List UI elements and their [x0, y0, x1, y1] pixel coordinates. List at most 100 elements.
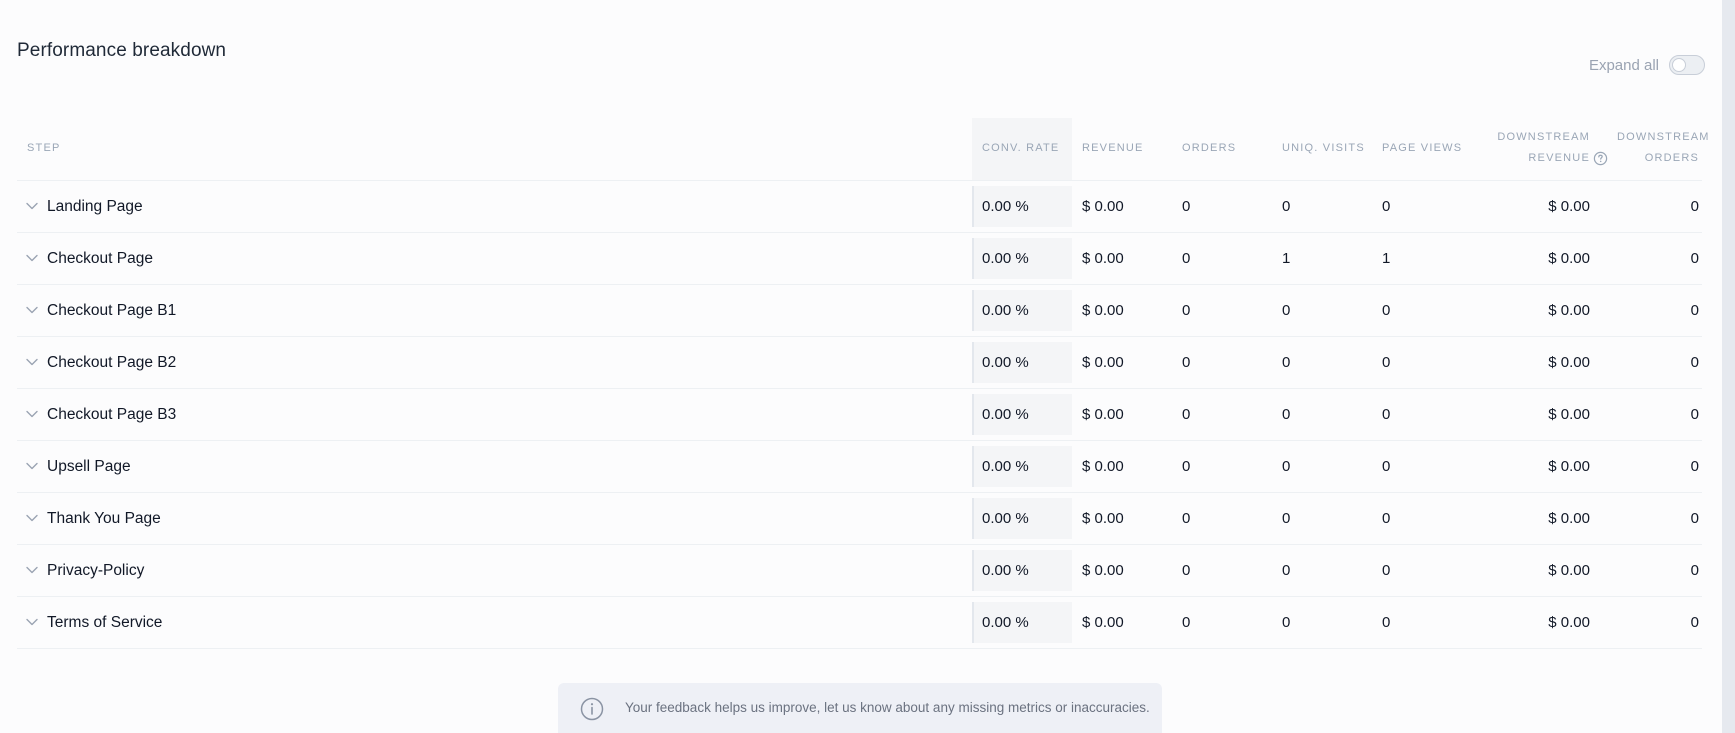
cell-uniq-visits: 0	[1282, 406, 1291, 423]
cell-uniq-visits: 0	[1282, 458, 1291, 475]
cell-conv-rate: 0.00 %	[982, 562, 1029, 579]
header-downstream-revenue: DOWNSTREAM REVENUE	[1482, 127, 1608, 169]
table-row[interactable]: Checkout Page B2 0.00 % $ 0.00 0 0 0 $ 0.00 0	[17, 337, 1702, 389]
table-row[interactable]: Checkout Page B1 0.00 % $ 0.00 0 0 0 $ 0.00 0	[17, 285, 1702, 337]
info-icon	[580, 697, 604, 721]
chevron-down-icon[interactable]	[25, 408, 39, 420]
cell-step-name: Checkout Page B1	[47, 302, 177, 319]
cell-page-views: 1	[1382, 250, 1391, 267]
cell-conv-rate: 0.00 %	[982, 510, 1029, 527]
cell-conv-rate: 0.00 %	[982, 354, 1029, 371]
cell-page-views: 0	[1382, 510, 1391, 527]
cell-step-name: Privacy-Policy	[47, 562, 145, 579]
cell-step-name: Terms of Service	[47, 614, 163, 631]
cell-revenue: $ 0.00	[1082, 458, 1124, 475]
chevron-down-icon[interactable]	[25, 564, 39, 576]
cell-revenue: $ 0.00	[1082, 510, 1124, 527]
cell-step-name: Checkout Page B2	[47, 354, 177, 371]
cell-step-name: Checkout Page B3	[47, 406, 177, 423]
chevron-down-icon[interactable]	[25, 460, 39, 472]
cell-orders: 0	[1182, 406, 1191, 423]
cell-downstream-orders: 0	[1690, 250, 1699, 267]
toggle-knob	[1672, 58, 1686, 72]
performance-page: Performance breakdown Expand all STEP CO…	[0, 0, 1722, 733]
cell-orders: 0	[1182, 614, 1191, 631]
cell-downstream-revenue: $ 0.00	[1548, 614, 1590, 631]
chevron-down-icon[interactable]	[25, 356, 39, 368]
cell-revenue: $ 0.00	[1082, 198, 1124, 215]
cell-downstream-revenue: $ 0.00	[1548, 198, 1590, 215]
header-downstream-orders: DOWNSTREAM ORDERS	[1617, 127, 1710, 169]
cell-revenue: $ 0.00	[1082, 406, 1124, 423]
table-body: Landing Page 0.00 % $ 0.00 0 0 0 $ 0.00 0 Checko…	[17, 181, 1702, 649]
cell-conv-rate: 0.00 %	[982, 302, 1029, 319]
table-row[interactable]: Landing Page 0.00 % $ 0.00 0 0 0 $ 0.00 0	[17, 181, 1702, 233]
scrollbar-track[interactable]	[1722, 0, 1735, 733]
table-row[interactable]: Privacy-Policy 0.00 % $ 0.00 0 0 0 $ 0.00 0	[17, 545, 1702, 597]
table-row[interactable]: Checkout Page 0.00 % $ 0.00 0 1 1 $ 0.00 0	[17, 233, 1702, 285]
table-row[interactable]: Thank You Page 0.00 % $ 0.00 0 0 0 $ 0.00 0	[17, 493, 1702, 545]
cell-downstream-orders: 0	[1690, 406, 1699, 423]
cell-downstream-orders: 0	[1690, 510, 1699, 527]
cell-conv-rate: 0.00 %	[982, 250, 1029, 267]
cell-orders: 0	[1182, 510, 1191, 527]
header-orders: ORDERS	[1182, 142, 1237, 154]
cell-page-views: 0	[1382, 458, 1391, 475]
cell-step-name: Checkout Page	[47, 250, 153, 267]
chevron-down-icon[interactable]	[25, 512, 39, 524]
chevron-down-icon[interactable]	[25, 252, 39, 264]
help-circle-icon[interactable]	[1593, 151, 1608, 166]
cell-page-views: 0	[1382, 198, 1391, 215]
cell-downstream-revenue: $ 0.00	[1548, 302, 1590, 319]
cell-downstream-orders: 0	[1690, 198, 1699, 215]
cell-uniq-visits: 0	[1282, 354, 1291, 371]
header-downstream-revenue-line2: REVENUE	[1528, 152, 1590, 164]
cell-page-views: 0	[1382, 302, 1391, 319]
cell-downstream-revenue: $ 0.00	[1548, 510, 1590, 527]
cell-downstream-revenue: $ 0.00	[1548, 562, 1590, 579]
cell-revenue: $ 0.00	[1082, 354, 1124, 371]
chevron-down-icon[interactable]	[25, 616, 39, 628]
table-row[interactable]: Terms of Service 0.00 % $ 0.00 0 0 0 $ 0.00 0	[17, 597, 1702, 649]
page-title: Performance breakdown	[17, 40, 227, 61]
cell-revenue: $ 0.00	[1082, 562, 1124, 579]
cell-orders: 0	[1182, 198, 1191, 215]
cell-page-views: 0	[1382, 562, 1391, 579]
feedback-text: Your feedback helps us improve, let us k…	[625, 700, 1150, 715]
cell-uniq-visits: 1	[1282, 250, 1291, 267]
cell-conv-rate: 0.00 %	[982, 406, 1029, 423]
cell-page-views: 0	[1382, 406, 1391, 423]
cell-downstream-orders: 0	[1690, 562, 1699, 579]
table-row[interactable]: Upsell Page 0.00 % $ 0.00 0 0 0 $ 0.00 0	[17, 441, 1702, 493]
cell-uniq-visits: 0	[1282, 562, 1291, 579]
cell-conv-rate: 0.00 %	[982, 614, 1029, 631]
cell-downstream-orders: 0	[1690, 614, 1699, 631]
cell-page-views: 0	[1382, 614, 1391, 631]
cell-uniq-visits: 0	[1282, 614, 1291, 631]
cell-step-name: Landing Page	[47, 198, 143, 215]
cell-uniq-visits: 0	[1282, 198, 1291, 215]
cell-uniq-visits: 0	[1282, 302, 1291, 319]
cell-page-views: 0	[1382, 354, 1391, 371]
cell-orders: 0	[1182, 458, 1191, 475]
cell-orders: 0	[1182, 250, 1191, 267]
header-step: STEP	[27, 142, 61, 154]
chevron-down-icon[interactable]	[25, 200, 39, 212]
cell-orders: 0	[1182, 562, 1191, 579]
cell-orders: 0	[1182, 354, 1191, 371]
cell-step-name: Thank You Page	[47, 510, 161, 527]
header-uniq-visits: UNIQ. VISITS	[1282, 142, 1365, 154]
chevron-down-icon[interactable]	[25, 304, 39, 316]
cell-step-name: Upsell Page	[47, 458, 131, 475]
feedback-banner: Your feedback helps us improve, let us k…	[558, 683, 1162, 733]
cell-conv-rate: 0.00 %	[982, 458, 1029, 475]
cell-revenue: $ 0.00	[1082, 614, 1124, 631]
header-downstream-orders-line1: DOWNSTREAM	[1617, 131, 1710, 143]
cell-uniq-visits: 0	[1282, 510, 1291, 527]
cell-downstream-revenue: $ 0.00	[1548, 354, 1590, 371]
table-row[interactable]: Checkout Page B3 0.00 % $ 0.00 0 0 0 $ 0.00 0	[17, 389, 1702, 441]
performance-table: STEP CONV. RATE REVENUE ORDERS UNIQ. VIS…	[17, 118, 1710, 649]
expand-all-toggle[interactable]	[1669, 55, 1705, 75]
cell-revenue: $ 0.00	[1082, 302, 1124, 319]
header-page-views: PAGE VIEWS	[1382, 142, 1463, 154]
